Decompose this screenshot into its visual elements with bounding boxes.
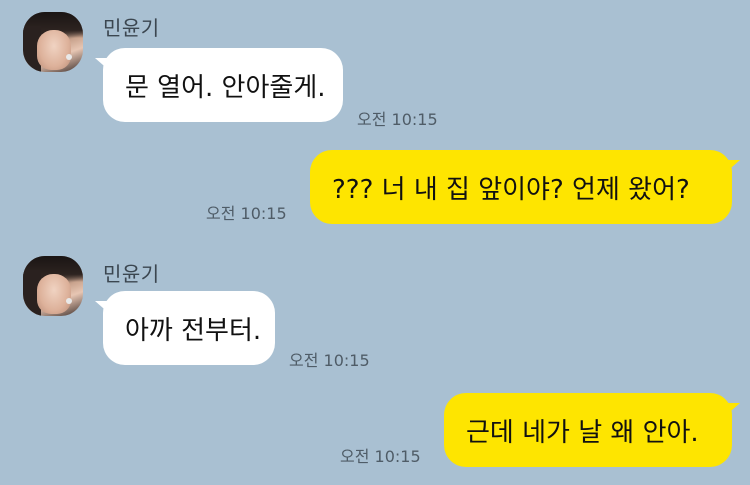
message-bubble-outgoing[interactable]: 근데 네가 날 왜 안아. (444, 393, 740, 467)
message-bubble-outgoing[interactable]: ??? 너 내 집 앞이야? 언제 왔어? (310, 150, 740, 224)
sender-name: 민윤기 (103, 262, 160, 286)
message-bubble-incoming[interactable]: 문 열어. 안아줄게. (95, 48, 343, 122)
message-bubble-incoming[interactable]: 아까 전부터. (95, 291, 275, 365)
message-time: 오전 10:15 (357, 110, 438, 129)
sender-name: 민윤기 (103, 16, 160, 40)
chat-room: 민윤기 문 열어. 안아줄게. 오전 10:15 오전 10:15 ??? 너 … (0, 0, 750, 485)
avatar[interactable] (23, 12, 83, 72)
avatar[interactable] (23, 256, 83, 316)
message-time: 오전 10:15 (340, 447, 421, 466)
message-time: 오전 10:15 (206, 204, 287, 223)
message-time: 오전 10:15 (289, 351, 370, 370)
